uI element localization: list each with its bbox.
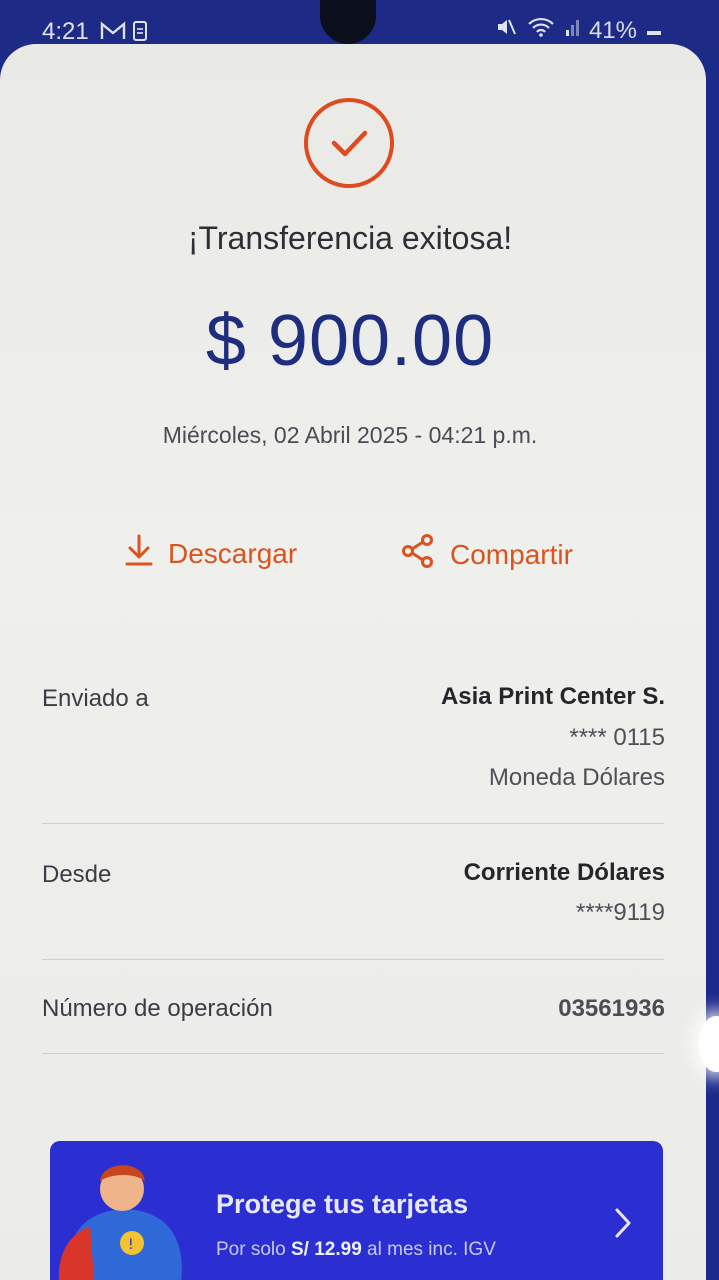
- status-left-icons: [100, 20, 148, 47]
- card-protection-promo-banner[interactable]: ! Protege tus tarjetas Por solo S/ 12.99…: [50, 1141, 663, 1280]
- status-time: 4:21: [42, 18, 89, 45]
- promo-subtitle-prefix: Por solo: [216, 1239, 286, 1260]
- promo-subtitle-suffix: al mes inc. IGV: [367, 1239, 496, 1260]
- transfer-amount: $ 900.00: [205, 301, 495, 381]
- wifi-icon: [527, 16, 555, 45]
- download-label: Descargar: [168, 537, 298, 569]
- from-label: Desde: [42, 861, 112, 888]
- share-icon: [400, 533, 436, 576]
- download-icon: [124, 533, 154, 574]
- divider: [42, 823, 664, 824]
- gmail-icon: [100, 20, 126, 47]
- success-title: ¡Transferencia exitosa!: [187, 220, 513, 256]
- share-button[interactable]: Compartir: [400, 533, 573, 576]
- transfer-datetime: Miércoles, 02 Abril 2025 - 04:21 p.m.: [162, 422, 538, 448]
- operation-label: Número de operación: [42, 995, 273, 1022]
- operation-number: 03561936: [558, 995, 665, 1022]
- chevron-right-icon: [613, 1207, 633, 1243]
- superhero-mascot-icon: !: [50, 1151, 200, 1280]
- success-check-icon: [304, 98, 394, 188]
- download-button[interactable]: Descargar: [124, 533, 297, 574]
- recipient-name: Asia Print Center S.: [440, 683, 665, 710]
- status-right-icons: 41%: [495, 16, 661, 45]
- promo-subtitle: Por solo S/ 12.99 al mes inc. IGV: [216, 1239, 496, 1261]
- sim-icon: [132, 20, 148, 47]
- recipient-account: **** 0115: [569, 724, 665, 751]
- recipient-currency: Moneda Dólares: [488, 764, 665, 791]
- battery-percent: 41%: [588, 16, 637, 44]
- camera-notch: [320, 0, 376, 44]
- promo-price: S/ 12.99: [290, 1239, 362, 1260]
- promo-title: Protege tus tarjetas: [216, 1189, 469, 1219]
- signal-icon: [565, 16, 579, 45]
- svg-text:!: !: [128, 1237, 134, 1253]
- from-account-number: ****9119: [576, 899, 665, 926]
- divider: [42, 959, 664, 960]
- divider: [42, 1053, 664, 1054]
- from-account-name: Corriente Dólares: [463, 859, 665, 886]
- mute-icon: [495, 16, 517, 45]
- sent-to-label: Enviado a: [42, 685, 149, 712]
- share-label: Compartir: [450, 538, 573, 570]
- battery-icon: [647, 17, 661, 45]
